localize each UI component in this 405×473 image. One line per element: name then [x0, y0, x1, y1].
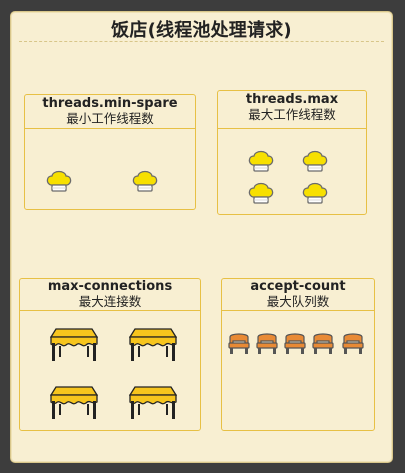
chef-hat-icon [131, 167, 159, 199]
page-title: 饭店(线程池处理请求) [111, 20, 292, 41]
max-threads-subtitle: 最大工作线程数 [248, 107, 336, 122]
max-threads-divider [218, 128, 366, 129]
table-icon [128, 384, 178, 424]
table-icon [128, 326, 178, 366]
min-spare-box: threads.min-spare 最小工作线程数 [24, 94, 196, 210]
accept-count-box: accept-count 最大队列数 [221, 278, 375, 431]
max-threads-box: threads.max 最大工作线程数 [217, 90, 367, 215]
chef-hat-icon [45, 167, 73, 199]
chair-icon [342, 331, 364, 359]
chef-hat-icon [247, 147, 275, 179]
chair-icon [228, 331, 250, 359]
accept-count-subtitle: 最大队列数 [266, 294, 330, 309]
chair-icon [284, 331, 306, 359]
max-connections-subtitle: 最大连接数 [78, 294, 142, 309]
min-spare-subtitle: 最小工作线程数 [66, 111, 154, 126]
max-connections-name: max-connections [47, 279, 173, 294]
max-connections-divider [20, 310, 200, 311]
accept-count-name: accept-count [250, 279, 346, 294]
chair-icon [256, 331, 278, 359]
min-spare-divider [25, 128, 195, 129]
title-divider [19, 41, 384, 42]
accept-count-divider [222, 310, 374, 311]
table-icon [49, 326, 99, 366]
chair-icon [312, 331, 334, 359]
max-connections-box: max-connections 最大连接数 [19, 278, 201, 431]
min-spare-name: threads.min-spare [42, 96, 178, 111]
table-icon [49, 384, 99, 424]
max-threads-name: threads.max [245, 92, 339, 107]
restaurant-panel: 饭店(线程池处理请求) threads.min-spare 最小工作线程数 th… [10, 11, 393, 463]
chef-hat-icon [247, 179, 275, 211]
chef-hat-icon [301, 179, 329, 211]
chef-hat-icon [301, 147, 329, 179]
